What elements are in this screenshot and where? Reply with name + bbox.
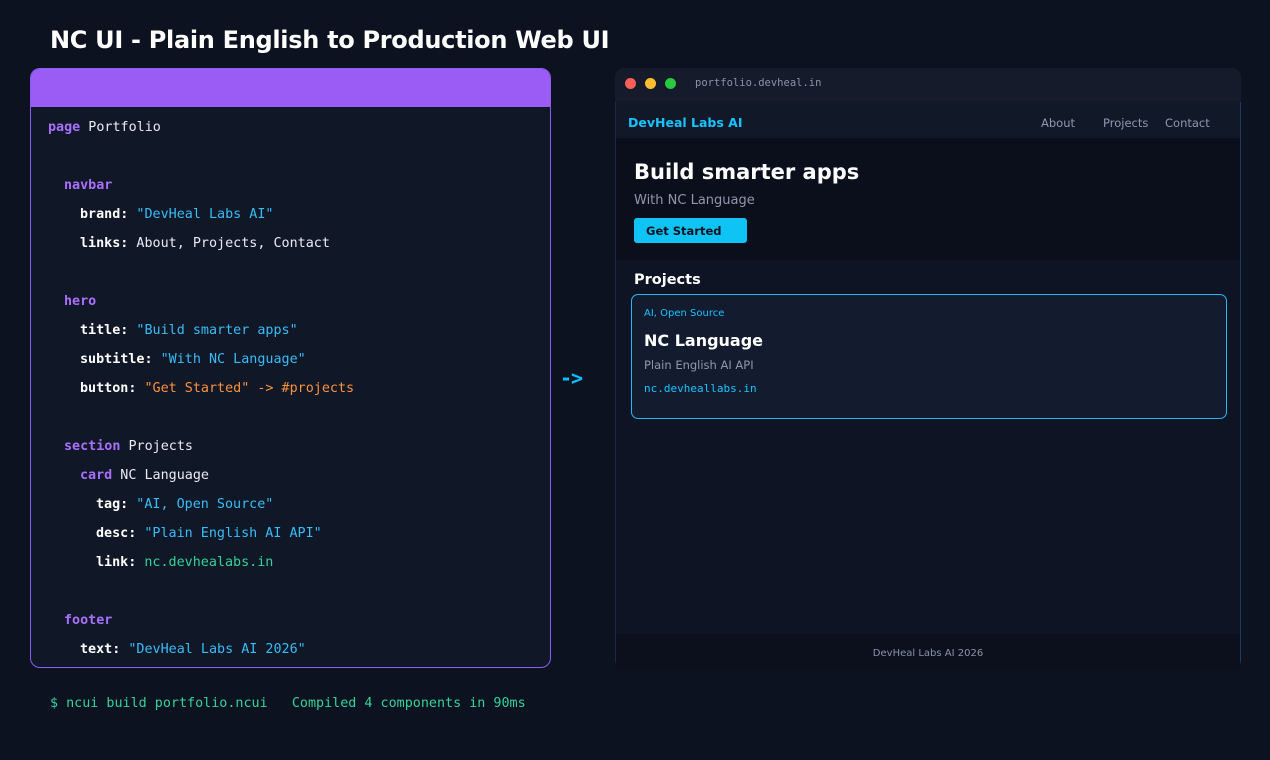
code-keyword: card (80, 468, 113, 483)
get-started-button[interactable]: Get Started (634, 218, 747, 243)
terminal-output: $ ncui build portfolio.ncui Compiled 4 c… (50, 696, 526, 711)
card-description: Plain English AI API (644, 358, 754, 372)
code-text: Portfolio (80, 120, 161, 135)
code-string: "DevHeal Labs AI" (128, 207, 274, 222)
code-editor[interactable]: page Portfolio navbar brand: "DevHeal La… (30, 68, 551, 668)
code-keyword: section (64, 439, 121, 454)
arrow-icon: -> (560, 366, 583, 390)
close-window-icon[interactable] (625, 78, 636, 89)
card-link[interactable]: nc.devheallabs.in (644, 382, 757, 395)
site-brand[interactable]: DevHeal Labs AI (628, 115, 742, 130)
card-title: NC Language (644, 331, 764, 350)
code-string: "AI, Open Source" (128, 497, 274, 512)
browser-window: portfolio.devheal.in DevHeal Labs AI Abo… (615, 68, 1241, 669)
site-footer: DevHeal Labs AI 2026 (616, 634, 1240, 669)
code-line: card NC Language (80, 467, 209, 485)
code-string: "Build smarter apps" (128, 323, 298, 338)
address-bar[interactable]: portfolio.devheal.in (695, 77, 821, 89)
code-text: Projects (120, 439, 193, 454)
code-key: text: (80, 642, 121, 657)
code-line: brand: "DevHeal Labs AI" (80, 206, 274, 224)
editor-header (31, 69, 550, 107)
code-key: subtitle: (80, 352, 153, 367)
code-action: "Get Started" -> #projects (136, 381, 355, 396)
code-key: brand: (80, 207, 129, 222)
code-line: navbar (64, 177, 112, 195)
code-line: hero (64, 293, 96, 311)
code-key: button: (80, 381, 137, 396)
browser-titlebar: portfolio.devheal.in (615, 68, 1241, 102)
code-keyword: page (48, 120, 81, 135)
site-navbar: DevHeal Labs AI About Projects Contact (616, 102, 1240, 138)
code-line: desc: "Plain English AI API" (96, 525, 322, 543)
maximize-window-icon[interactable] (665, 78, 676, 89)
code-key: link: (96, 555, 137, 570)
code-key: links: (80, 236, 129, 251)
nav-link-about[interactable]: About (1041, 116, 1075, 130)
code-line: page Portfolio (48, 119, 161, 137)
minimize-window-icon[interactable] (645, 78, 656, 89)
project-card[interactable]: AI, Open Source NC Language Plain Englis… (631, 294, 1227, 419)
code-keyword: footer (64, 613, 113, 628)
code-keyword: navbar (64, 178, 113, 193)
code-line: button: "Get Started" -> #projects (80, 380, 354, 398)
hero-subtitle: With NC Language (634, 193, 755, 208)
hero-title: Build smarter apps (634, 160, 860, 184)
code-line: links: About, Projects, Contact (80, 235, 330, 253)
footer-text: DevHeal Labs AI 2026 (872, 648, 984, 659)
code-line: section Projects (64, 438, 193, 456)
section-title: Projects (634, 272, 701, 288)
nav-link-projects[interactable]: Projects (1103, 116, 1148, 130)
nav-link-contact[interactable]: Contact (1165, 116, 1210, 130)
code-line: title: "Build smarter apps" (80, 322, 298, 340)
code-text: NC Language (112, 468, 209, 483)
code-string: "With NC Language" (152, 352, 306, 367)
code-line: footer (64, 612, 112, 630)
site-viewport: DevHeal Labs AI About Projects Contact B… (615, 102, 1241, 669)
hero-section: Build smarter apps With NC Language Get … (616, 138, 1240, 260)
code-link: nc.devhealabs.in (136, 555, 274, 570)
code-string: "Plain English AI API" (136, 526, 322, 541)
code-line: text: "DevHeal Labs AI 2026" (80, 641, 306, 659)
code-line: subtitle: "With NC Language" (80, 351, 306, 369)
code-key: desc: (96, 526, 137, 541)
code-key: title: (80, 323, 129, 338)
code-text: About, Projects, Contact (128, 236, 330, 251)
page-title: NC UI - Plain English to Production Web … (50, 26, 610, 54)
code-key: tag: (96, 497, 129, 512)
card-tag: AI, Open Source (644, 308, 725, 319)
code-line: tag: "AI, Open Source" (96, 496, 273, 514)
code-line: link: nc.devhealabs.in (96, 554, 273, 572)
code-string: "DevHeal Labs AI 2026" (120, 642, 306, 657)
code-keyword: hero (64, 294, 97, 309)
